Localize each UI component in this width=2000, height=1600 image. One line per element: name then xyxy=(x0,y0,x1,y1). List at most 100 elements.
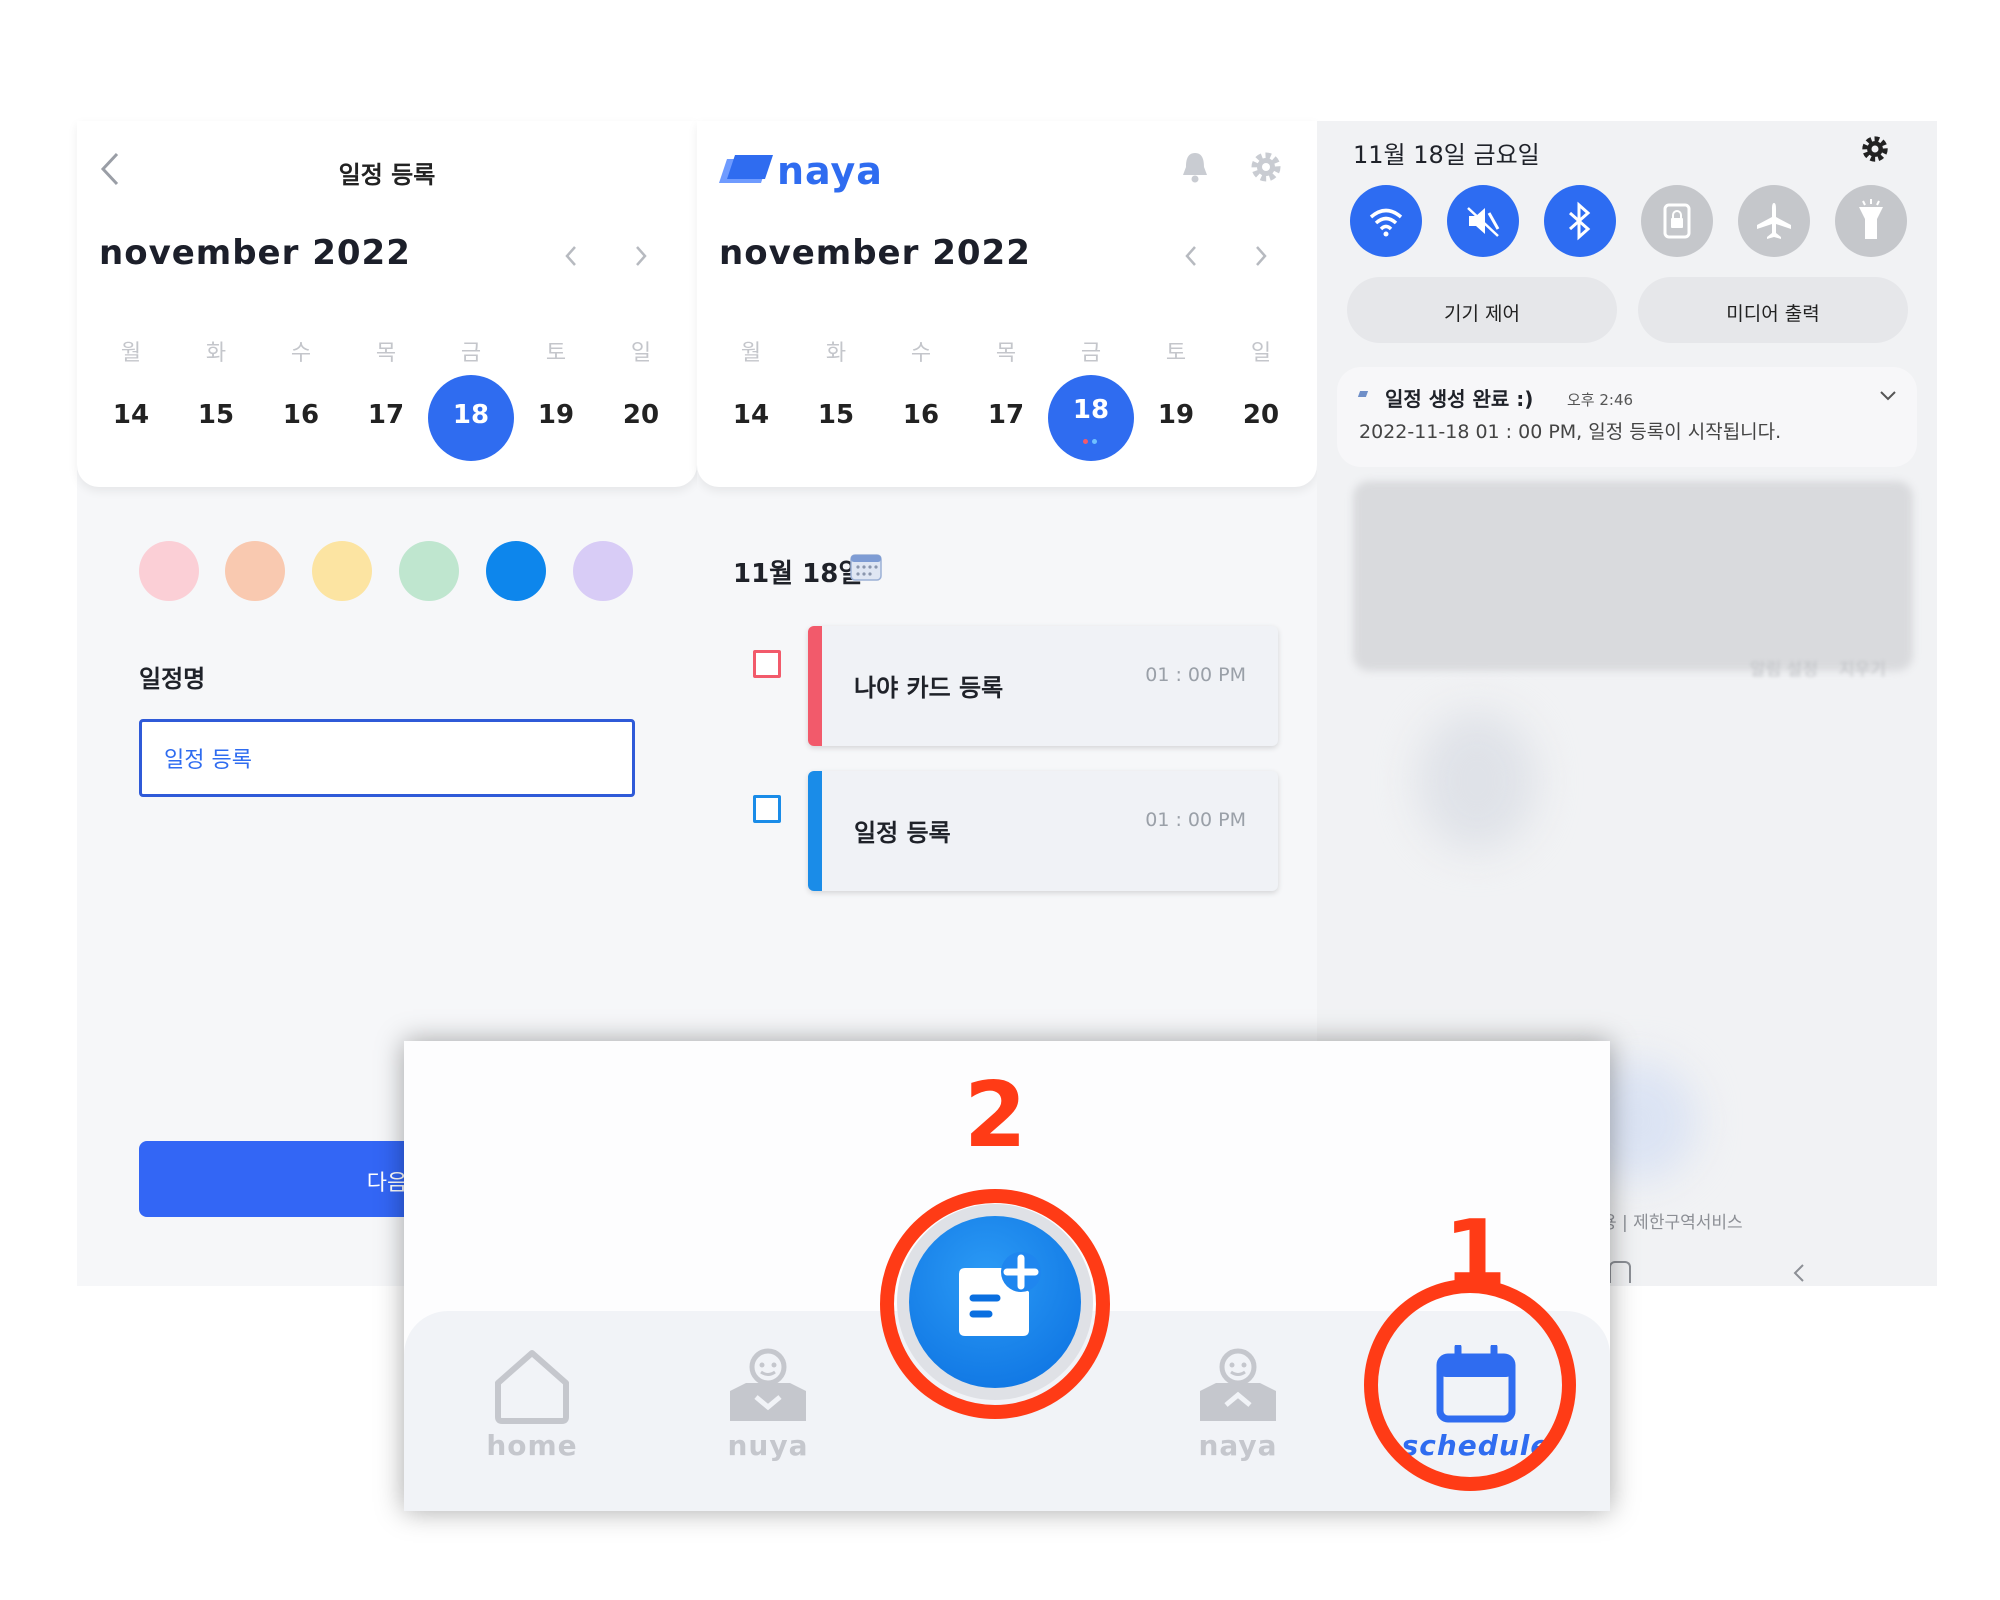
bottom-nav-zoom: home nuya naya schedule 2 1 xyxy=(404,1041,1610,1511)
day-cell[interactable]: 14 xyxy=(721,400,781,430)
weekday-label: 수 xyxy=(290,341,312,366)
day-cell[interactable]: 14 xyxy=(101,400,161,430)
selected-day: 18 xyxy=(1072,395,1110,425)
color-swatch-yellow[interactable] xyxy=(312,541,372,601)
qs-airplane-toggle[interactable] xyxy=(1738,185,1810,257)
schedule-card[interactable]: 나야 카드 등록 01 : 00 PM xyxy=(808,626,1278,746)
weekday-label: 화 xyxy=(205,341,227,366)
card-color-bar xyxy=(808,626,822,746)
back-nav-icon[interactable] xyxy=(1793,1263,1805,1287)
weekday-label: 금 xyxy=(1080,341,1102,366)
weekday-label: 일 xyxy=(630,341,652,366)
card-time: 01 : 00 PM xyxy=(1145,664,1246,686)
nav-label: home xyxy=(486,1429,578,1462)
bell-icon[interactable] xyxy=(1180,151,1210,187)
day-cell[interactable]: 16 xyxy=(891,400,951,430)
day-cell[interactable]: 15 xyxy=(806,400,866,430)
weekday-label: 토 xyxy=(545,341,567,366)
weekday-label: 수 xyxy=(910,341,932,366)
day-cell[interactable]: 19 xyxy=(526,400,586,430)
nav-label: naya xyxy=(1198,1429,1278,1462)
day-cell[interactable]: 20 xyxy=(611,400,671,430)
event-dot xyxy=(1083,439,1088,444)
day-cell[interactable]: 17 xyxy=(356,400,416,430)
color-swatch-blue-selected[interactable] xyxy=(486,541,546,601)
qs-wifi-toggle[interactable] xyxy=(1350,185,1422,257)
naya-icon xyxy=(1200,1348,1276,1421)
mute-icon xyxy=(1467,207,1500,237)
day-cell[interactable]: 17 xyxy=(976,400,1036,430)
home-nav-icon[interactable] xyxy=(1609,1261,1631,1283)
item-checkbox[interactable] xyxy=(753,795,781,823)
nav-label: nuya xyxy=(727,1429,809,1462)
wifi-icon xyxy=(1369,208,1403,237)
notification-card[interactable]: 일정 생성 완료 :) 오후 2:46 2022-11-18 01 : 00 P… xyxy=(1337,367,1917,467)
color-swatch-pink[interactable] xyxy=(139,541,199,601)
selected-day: 18 xyxy=(452,400,490,430)
calendar-emoji-icon xyxy=(850,551,882,585)
app-icon xyxy=(1357,391,1369,397)
qs-sound-toggle[interactable] xyxy=(1447,185,1519,257)
next-month-chevron-icon[interactable] xyxy=(1254,245,1268,271)
weekday-label: 화 xyxy=(825,341,847,366)
field-label: 일정명 xyxy=(139,665,206,693)
shade-date: 11월 18일 금요일 xyxy=(1353,141,1540,169)
naya-logo-text: naya xyxy=(777,149,883,193)
day-cell[interactable]: 15 xyxy=(186,400,246,430)
color-swatch-peach[interactable] xyxy=(225,541,285,601)
weekday-label: 토 xyxy=(1165,341,1187,366)
calendar-header-card: 일정 등록 november 2022 월 화 수 목 금 토 일 14 15 … xyxy=(77,121,697,487)
color-swatch-green[interactable] xyxy=(399,541,459,601)
gear-icon[interactable] xyxy=(1250,151,1282,187)
date-heading: 11월 18일 xyxy=(733,559,863,589)
blurred-alarm-settings: 알림 설정 xyxy=(1750,660,1818,680)
device-control-button[interactable]: 기기 제어 xyxy=(1347,277,1617,343)
weekday-label: 일 xyxy=(1250,341,1272,366)
next-month-chevron-icon[interactable] xyxy=(634,245,648,271)
flashlight-icon xyxy=(1859,199,1883,239)
notification-time: 오후 2:46 xyxy=(1567,391,1634,409)
home-icon xyxy=(495,1350,569,1424)
color-swatch-lavender[interactable] xyxy=(573,541,633,601)
expand-chevron-icon[interactable] xyxy=(1879,387,1897,406)
airplane-icon xyxy=(1757,203,1791,239)
day-cell[interactable]: 16 xyxy=(271,400,331,430)
settings-gear-icon[interactable] xyxy=(1861,135,1889,167)
day-cell[interactable]: 19 xyxy=(1146,400,1206,430)
annotation-ring-2 xyxy=(880,1189,1110,1419)
prev-month-chevron-icon[interactable] xyxy=(564,245,578,271)
qs-flashlight-toggle[interactable] xyxy=(1835,185,1907,257)
qs-lock-toggle[interactable] xyxy=(1641,185,1713,257)
weekday-label: 목 xyxy=(375,341,397,366)
weekday-label: 월 xyxy=(740,341,762,366)
notification-title: 일정 생성 완료 :) xyxy=(1385,387,1534,411)
weekday-label: 목 xyxy=(995,341,1017,366)
schedule-card[interactable]: 일정 등록 01 : 00 PM xyxy=(808,771,1278,891)
day-cell[interactable]: 20 xyxy=(1231,400,1291,430)
footer-text: 용 | 제한구역서비스 xyxy=(1601,1213,1743,1233)
blurred-shape xyxy=(1417,711,1537,851)
annotation-ring-1 xyxy=(1364,1279,1576,1491)
month-title: november 2022 xyxy=(719,233,1031,273)
month-title: november 2022 xyxy=(99,233,411,273)
blurred-notification xyxy=(1353,481,1913,671)
annotation-number-1: 1 xyxy=(1444,1201,1507,1306)
bluetooth-icon xyxy=(1569,201,1591,241)
schedule-name-input[interactable]: 일정 등록 xyxy=(139,719,635,797)
weekday-label: 금 xyxy=(460,341,482,366)
card-color-bar xyxy=(808,771,822,891)
nuya-icon xyxy=(730,1348,806,1421)
lock-icon xyxy=(1663,203,1691,239)
event-dot xyxy=(1092,439,1097,444)
page-title: 일정 등록 xyxy=(338,161,436,189)
blurred-clear: 지우기 xyxy=(1839,660,1886,680)
card-time: 01 : 00 PM xyxy=(1145,809,1246,831)
naya-logo: naya xyxy=(719,149,899,195)
card-title: 나야 카드 등록 xyxy=(854,674,1004,702)
card-title: 일정 등록 xyxy=(854,819,951,847)
item-checkbox[interactable] xyxy=(753,650,781,678)
media-output-button[interactable]: 미디어 출력 xyxy=(1638,277,1908,343)
weekday-label: 월 xyxy=(120,341,142,366)
prev-month-chevron-icon[interactable] xyxy=(1184,245,1198,271)
qs-bluetooth-toggle[interactable] xyxy=(1544,185,1616,257)
